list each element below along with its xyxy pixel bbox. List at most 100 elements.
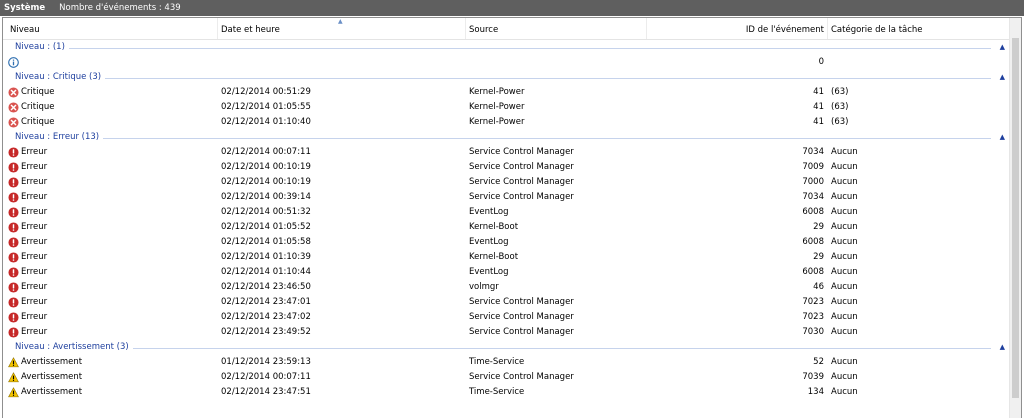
level-cell: Erreur bbox=[8, 190, 47, 205]
event-row[interactable]: Critique 02/12/2014 01:05:55 Kernel-Power 4… bbox=[3, 100, 1009, 115]
group-divider bbox=[15, 138, 991, 139]
error-icon bbox=[8, 207, 21, 218]
date-cell: 02/12/2014 23:49:52 bbox=[221, 327, 311, 337]
event-id-cell: 7009 bbox=[802, 162, 824, 172]
event-row[interactable]: Erreur 02/12/2014 00:51:32 EventLog 6008 Auc… bbox=[3, 205, 1009, 220]
event-row[interactable]: Erreur 02/12/2014 00:07:11 Service Control… bbox=[3, 145, 1009, 160]
scrollbar-thumb[interactable] bbox=[1012, 38, 1019, 398]
level-text: Erreur bbox=[21, 222, 48, 232]
source-cell: EventLog bbox=[469, 207, 509, 217]
level-cell: Erreur bbox=[8, 235, 47, 250]
event-row[interactable]: 0 bbox=[3, 55, 1009, 70]
level-cell: Critique bbox=[8, 115, 55, 130]
column-divider[interactable] bbox=[646, 18, 647, 39]
collapse-chevron-icon[interactable]: ▲ bbox=[1000, 40, 1005, 55]
group-header[interactable]: Niveau : Critique (3) ▲ bbox=[3, 70, 1009, 85]
source-cell: Kernel-Power bbox=[469, 117, 525, 127]
category-cell: Aucun bbox=[831, 327, 858, 337]
event-row[interactable]: Erreur 02/12/2014 00:39:14 Service Control… bbox=[3, 190, 1009, 205]
source-cell: EventLog bbox=[469, 267, 509, 277]
event-id-cell: 29 bbox=[813, 252, 824, 262]
level-text: Avertissement bbox=[21, 387, 83, 397]
error-icon bbox=[8, 222, 21, 233]
event-row[interactable]: Avertissement 02/12/2014 00:07:11 Service … bbox=[3, 370, 1009, 385]
group-header[interactable]: Niveau : Avertissement (3) ▲ bbox=[3, 340, 1009, 355]
event-id-cell: 7000 bbox=[802, 177, 824, 187]
source-cell: Service Control Manager bbox=[469, 147, 574, 157]
event-list-panel: Niveau Date et heure ▲ Source ID de l'év… bbox=[2, 17, 1022, 418]
event-row[interactable]: Erreur 02/12/2014 01:05:52 Kernel-Boot 29 Au… bbox=[3, 220, 1009, 235]
source-cell: volmgr bbox=[469, 282, 499, 292]
column-divider[interactable] bbox=[827, 18, 828, 39]
source-cell: Kernel-Boot bbox=[469, 222, 519, 232]
column-source[interactable]: Source bbox=[469, 18, 498, 39]
category-cell: Aucun bbox=[831, 177, 858, 187]
event-row[interactable]: Erreur 02/12/2014 01:10:39 Kernel-Boot 29 Au… bbox=[3, 250, 1009, 265]
date-cell: 02/12/2014 00:51:29 bbox=[221, 87, 311, 97]
event-id-cell: 41 bbox=[813, 117, 824, 127]
group-header[interactable]: Niveau : Erreur (13) ▲ bbox=[3, 130, 1009, 145]
event-row[interactable]: Erreur 02/12/2014 01:10:44 EventLog 6008 Auc… bbox=[3, 265, 1009, 280]
source-cell: EventLog bbox=[469, 237, 509, 247]
column-event-id[interactable]: ID de l'événement bbox=[703, 18, 824, 39]
event-row[interactable]: Critique 02/12/2014 01:10:40 Kernel-Power 4… bbox=[3, 115, 1009, 130]
category-cell: (63) bbox=[831, 117, 849, 127]
event-row[interactable]: Erreur 02/12/2014 23:47:02 Service Control… bbox=[3, 310, 1009, 325]
column-category[interactable]: Catégorie de la tâche bbox=[831, 18, 923, 39]
event-row[interactable]: Critique 02/12/2014 00:51:29 Kernel-Power 4… bbox=[3, 85, 1009, 100]
event-row[interactable]: Erreur 02/12/2014 00:10:19 Service Control… bbox=[3, 160, 1009, 175]
group-header[interactable]: Niveau : (1) ▲ bbox=[3, 40, 1009, 55]
error-icon bbox=[8, 297, 21, 308]
event-row[interactable]: Avertissement 02/12/2014 23:47:51 Time-Ser… bbox=[3, 385, 1009, 400]
group-divider bbox=[15, 78, 991, 79]
level-text: Erreur bbox=[21, 252, 48, 262]
source-cell: Service Control Manager bbox=[469, 177, 574, 187]
level-cell: Erreur bbox=[8, 280, 47, 295]
date-cell: 02/12/2014 01:05:52 bbox=[221, 222, 311, 232]
event-row[interactable]: Erreur 02/12/2014 23:46:50 volmgr 46 Aucun bbox=[3, 280, 1009, 295]
event-row[interactable]: Erreur 02/12/2014 00:10:19 Service Control… bbox=[3, 175, 1009, 190]
level-text: Avertissement bbox=[21, 372, 83, 382]
column-level[interactable]: Niveau bbox=[10, 18, 40, 39]
event-row[interactable]: Erreur 02/12/2014 23:47:01 Service Control… bbox=[3, 295, 1009, 310]
event-id-cell: 52 bbox=[813, 357, 824, 367]
source-cell: Service Control Manager bbox=[469, 162, 574, 172]
collapse-chevron-icon[interactable]: ▲ bbox=[1000, 340, 1005, 355]
event-id-cell: 7039 bbox=[802, 372, 824, 382]
level-text: Erreur bbox=[21, 192, 48, 202]
vertical-scrollbar[interactable] bbox=[1009, 18, 1021, 418]
error-icon bbox=[8, 177, 21, 188]
column-divider[interactable] bbox=[465, 18, 466, 39]
level-cell: Erreur bbox=[8, 145, 47, 160]
date-cell: 02/12/2014 00:51:32 bbox=[221, 207, 311, 217]
column-divider[interactable] bbox=[217, 18, 218, 39]
source-cell: Kernel-Power bbox=[469, 102, 525, 112]
category-cell: (63) bbox=[831, 102, 849, 112]
event-id-cell: 7023 bbox=[802, 312, 824, 322]
error-icon bbox=[8, 312, 21, 323]
date-cell: 02/12/2014 01:10:39 bbox=[221, 252, 311, 262]
source-cell: Service Control Manager bbox=[469, 297, 574, 307]
category-cell: Aucun bbox=[831, 147, 858, 157]
level-text: Erreur bbox=[21, 177, 48, 187]
event-id-cell: 0 bbox=[818, 57, 824, 67]
group-divider bbox=[15, 48, 991, 49]
level-text: Erreur bbox=[21, 147, 48, 157]
title-bar: Système Nombre d'événements : 439 bbox=[0, 0, 1024, 16]
level-cell: Erreur bbox=[8, 205, 47, 220]
event-row[interactable]: Erreur 02/12/2014 23:49:52 Service Control… bbox=[3, 325, 1009, 340]
collapse-chevron-icon[interactable]: ▲ bbox=[1000, 70, 1005, 85]
level-cell: Erreur bbox=[8, 265, 47, 280]
event-id-cell: 6008 bbox=[802, 207, 824, 217]
date-cell: 02/12/2014 23:46:50 bbox=[221, 282, 311, 292]
event-id-cell: 134 bbox=[807, 387, 824, 397]
level-text: Erreur bbox=[21, 162, 48, 172]
level-cell: Critique bbox=[8, 100, 55, 115]
collapse-chevron-icon[interactable]: ▲ bbox=[1000, 130, 1005, 145]
source-cell: Kernel-Boot bbox=[469, 252, 519, 262]
column-date[interactable]: Date et heure bbox=[221, 18, 280, 39]
event-row[interactable]: Erreur 02/12/2014 01:05:58 EventLog 6008 Auc… bbox=[3, 235, 1009, 250]
level-cell: Erreur bbox=[8, 175, 47, 190]
event-row[interactable]: Avertissement 01/12/2014 23:59:13 Time-Ser… bbox=[3, 355, 1009, 370]
level-text: Erreur bbox=[21, 297, 48, 307]
